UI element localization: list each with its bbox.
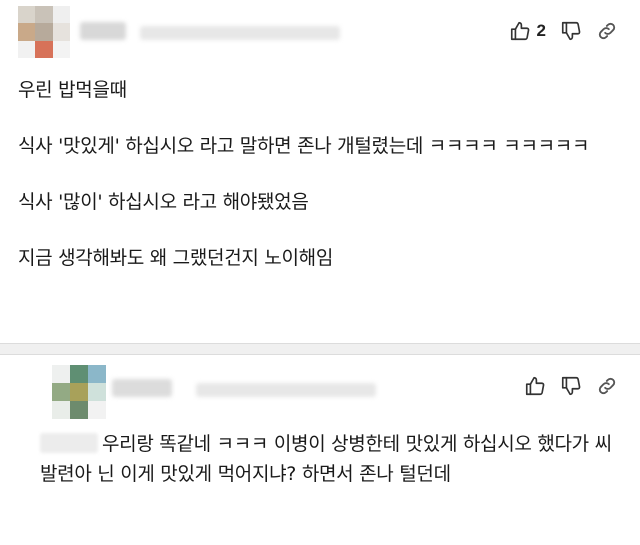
avatar-pixel (52, 383, 70, 401)
link-icon (598, 377, 616, 395)
dislike-button[interactable] (560, 20, 582, 42)
comment-1: 2 우린 밥먹을때 식사 '맛있게' 하십시오 라고 말하면 존나 개털렸는데 … (0, 0, 640, 344)
avatar-pixel (52, 6, 70, 24)
comment-paragraph: 식사 '맛있게' 하십시오 라고 말하면 존나 개털렸는데 ㅋㅋㅋㅋ ㅋㅋㅋㅋㅋ (18, 135, 590, 157)
username-blurred[interactable] (80, 22, 126, 40)
avatar[interactable] (52, 365, 106, 419)
avatar-pixel (88, 365, 106, 383)
thumbs-down-icon (561, 376, 581, 396)
like-count: 2 (536, 21, 546, 40)
avatar-pixel (18, 23, 36, 41)
avatar-pixel (70, 365, 88, 383)
comment-body: 우린 밥먹을때 식사 '맛있게' 하십시오 라고 말하면 존나 개털렸는데 ㅋㅋ… (18, 76, 610, 300)
like-button[interactable] (524, 375, 546, 397)
avatar-pixel (52, 365, 70, 383)
share-link-button[interactable] (596, 375, 618, 397)
like-button[interactable]: 2 (509, 20, 546, 42)
avatar-pixel (52, 401, 70, 419)
comment-paragraph: 우린 밥먹을때 (18, 79, 127, 101)
share-link-button[interactable] (596, 20, 618, 42)
avatar-pixel (18, 6, 36, 24)
comment-2: 우리랑 똑같네 ㅋㅋㅋ 이병이 상병한테 맛있게 하십시오 했다가 씨발련아 닌… (0, 355, 640, 545)
comment-paragraph: 지금 생각해봐도 왜 그랬던건지 노이해임 (18, 247, 334, 269)
avatar-pixel (70, 401, 88, 419)
avatar-pixel (18, 40, 36, 58)
avatar-pixel (35, 40, 53, 58)
dislike-button[interactable] (560, 375, 582, 397)
avatar-pixel (88, 383, 106, 401)
avatar-pixel (52, 40, 70, 58)
avatar[interactable] (18, 6, 70, 58)
username-blurred[interactable] (112, 379, 172, 397)
thumbs-down-icon (561, 21, 581, 41)
avatar-pixel (35, 6, 53, 24)
comment-body: 우리랑 똑같네 ㅋㅋㅋ 이병이 상병한테 맛있게 하십시오 했다가 씨발련아 닌… (40, 429, 615, 489)
link-icon (598, 22, 616, 40)
meta-blurred (196, 383, 376, 397)
avatar-pixel (52, 23, 70, 41)
thumbs-up-icon (525, 376, 545, 396)
thumbs-up-icon (510, 21, 529, 41)
avatar-pixel (35, 23, 53, 41)
avatar-pixel (70, 383, 88, 401)
avatar-pixel (88, 401, 106, 419)
comment-paragraph: 식사 '많이' 하십시오 라고 해야됐었음 (18, 191, 309, 213)
comment-actions (524, 375, 618, 397)
comment-text: 우리랑 똑같네 ㅋㅋㅋ 이병이 상병한테 맛있게 하십시오 했다가 씨발련아 닌… (40, 433, 612, 485)
meta-blurred (140, 26, 340, 40)
comment-actions: 2 (509, 20, 618, 42)
mention-blurred[interactable] (40, 433, 98, 453)
comment-divider (0, 344, 640, 355)
